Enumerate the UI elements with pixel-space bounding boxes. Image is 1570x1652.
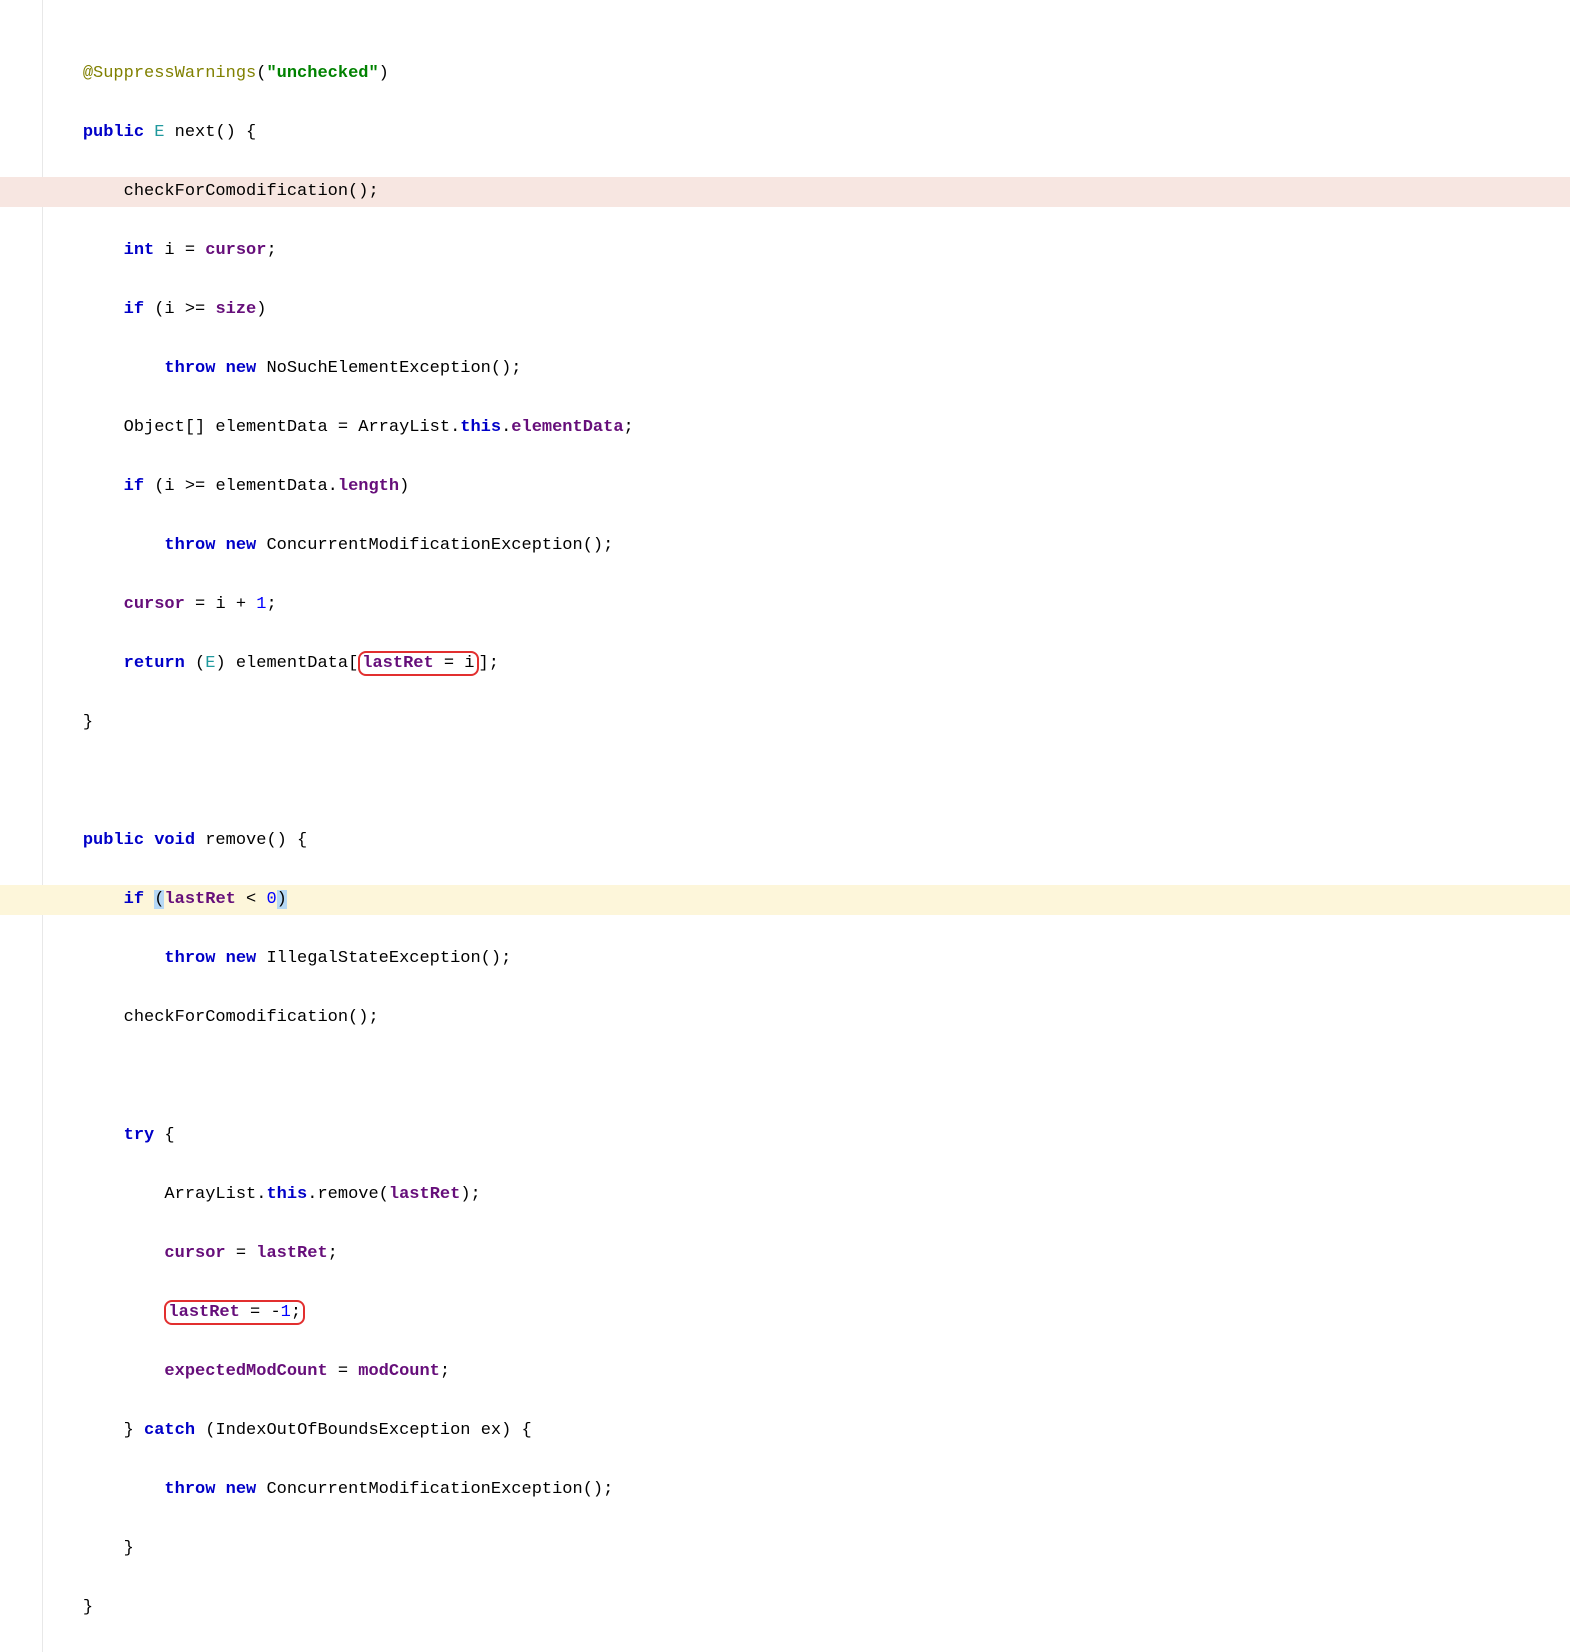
code-line-highlighted: checkForComodification();: [0, 177, 1570, 207]
code-line: if (i >= elementData.length): [0, 472, 1570, 502]
code-line: lastRet = -1;: [0, 1298, 1570, 1328]
code-line-highlighted: if (lastRet < 0): [0, 885, 1570, 915]
string-literal: "unchecked": [266, 64, 378, 83]
code-line: if (i >= size): [0, 295, 1570, 325]
code-line: cursor = lastRet;: [0, 1239, 1570, 1269]
annotation-box: lastRet = i: [358, 651, 478, 676]
keyword: public: [83, 123, 144, 142]
paren-highlight: (: [154, 890, 164, 909]
code-line: }: [0, 1534, 1570, 1564]
paren-highlight: ): [277, 890, 287, 909]
code-line: @SuppressWarnings("unchecked"): [0, 59, 1570, 89]
code-line: }: [0, 1593, 1570, 1623]
code-line: ArrayList.this.remove(lastRet);: [0, 1180, 1570, 1210]
code-line: cursor = i + 1;: [0, 590, 1570, 620]
code-line: public void remove() {: [0, 826, 1570, 856]
code-line: throw new ConcurrentModificationExceptio…: [0, 531, 1570, 561]
code-line: [0, 1062, 1570, 1092]
code-line: return (E) elementData[lastRet = i];: [0, 649, 1570, 679]
annotation: @SuppressWarnings: [83, 64, 256, 83]
code-line: Object[] elementData = ArrayList.this.el…: [0, 413, 1570, 443]
code-line: throw new ConcurrentModificationExceptio…: [0, 1475, 1570, 1505]
type-param: E: [154, 123, 164, 142]
code-line: int i = cursor;: [0, 236, 1570, 266]
code-line: expectedModCount = modCount;: [0, 1357, 1570, 1387]
code-line: }: [0, 708, 1570, 738]
code-line: try {: [0, 1121, 1570, 1151]
annotation-box: lastRet = -1;: [164, 1300, 305, 1325]
code-line: public E next() {: [0, 118, 1570, 148]
code-line: } catch (IndexOutOfBoundsException ex) {: [0, 1416, 1570, 1446]
code-line: checkForComodification();: [0, 1003, 1570, 1033]
code-line: throw new NoSuchElementException();: [0, 354, 1570, 384]
code-line: [0, 767, 1570, 797]
code-block: @SuppressWarnings("unchecked") public E …: [0, 0, 1570, 1652]
code-line: throw new IllegalStateException();: [0, 944, 1570, 974]
